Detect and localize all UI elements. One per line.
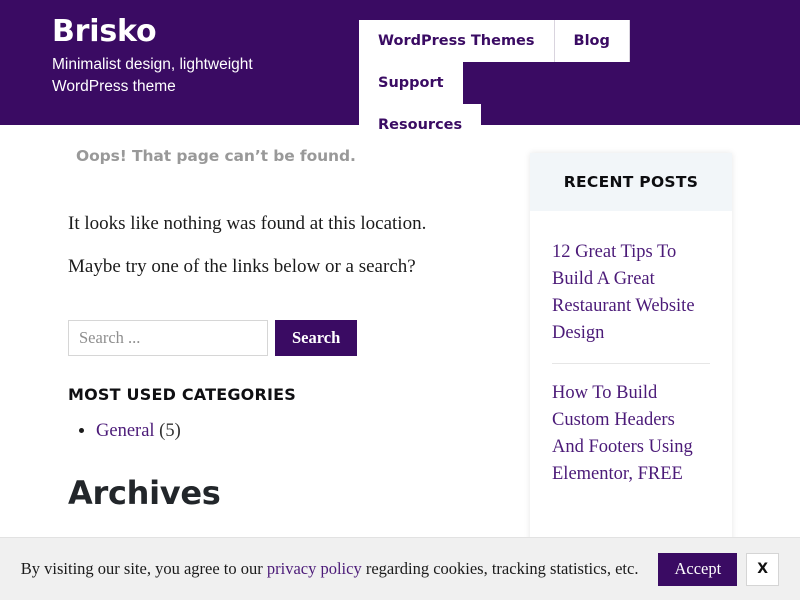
not-found-message-primary: It looks like nothing was found at this …	[68, 213, 427, 234]
page-body: Oops! That page can’t be found. It looks…	[0, 125, 800, 600]
nav-item-blog[interactable]: Blog	[554, 20, 630, 62]
sidebar-recent-posts: Recent Posts 12 Great Tips To Build A Gr…	[530, 153, 732, 571]
category-count: (5)	[159, 421, 181, 441]
archives-heading: Archives	[68, 474, 221, 512]
main-content: Oops! That page can’t be found. It looks…	[68, 147, 488, 512]
site-tagline: Minimalist design, lightweight WordPress…	[52, 56, 253, 95]
list-item: 12 Great Tips To Build A Great Restauran…	[552, 239, 710, 364]
nav-item-support[interactable]: Support	[359, 62, 463, 104]
site-branding: Brisko Minimalist design, lightweight Wo…	[52, 14, 342, 98]
search-form: Search	[68, 320, 488, 356]
list-item: General (5)	[96, 418, 488, 444]
cookie-text-after: regarding cookies, tracking statistics, …	[361, 559, 639, 578]
sidebar-header: Recent Posts	[530, 153, 732, 211]
search-input[interactable]	[68, 320, 268, 356]
category-link-general[interactable]: General	[96, 421, 155, 441]
cookie-consent-text: By visiting our site, you agree to our p…	[21, 559, 639, 579]
most-used-categories-heading: Most used categories	[68, 385, 297, 404]
nav-item-wordpress-themes[interactable]: WordPress Themes	[359, 20, 555, 62]
site-header: Brisko Minimalist design, lightweight Wo…	[0, 0, 800, 146]
list-item: How To Build Custom Headers And Footers …	[552, 380, 710, 504]
sidebar-title: Recent Posts	[563, 173, 699, 191]
accept-cookies-button[interactable]: Accept	[658, 552, 738, 586]
sidebar-body: 12 Great Tips To Build A Great Restauran…	[530, 211, 732, 571]
recent-post-link-2[interactable]: How To Build Custom Headers And Footers …	[552, 380, 710, 488]
cookie-text-before: By visiting our site, you agree to our	[20, 559, 267, 578]
close-banner-button[interactable]: X	[746, 552, 780, 586]
search-button[interactable]: Search	[275, 320, 358, 356]
recent-post-link-1[interactable]: 12 Great Tips To Build A Great Restauran…	[552, 239, 710, 347]
privacy-policy-link[interactable]: privacy policy	[267, 559, 362, 578]
category-list: General (5)	[68, 418, 488, 444]
site-title[interactable]: Brisko	[52, 14, 342, 50]
not-found-message-secondary: Maybe try one of the links below or a se…	[68, 256, 416, 277]
page-title: Oops! That page can’t be found.	[76, 147, 356, 165]
cookie-consent-banner: By visiting our site, you agree to our p…	[0, 537, 800, 600]
